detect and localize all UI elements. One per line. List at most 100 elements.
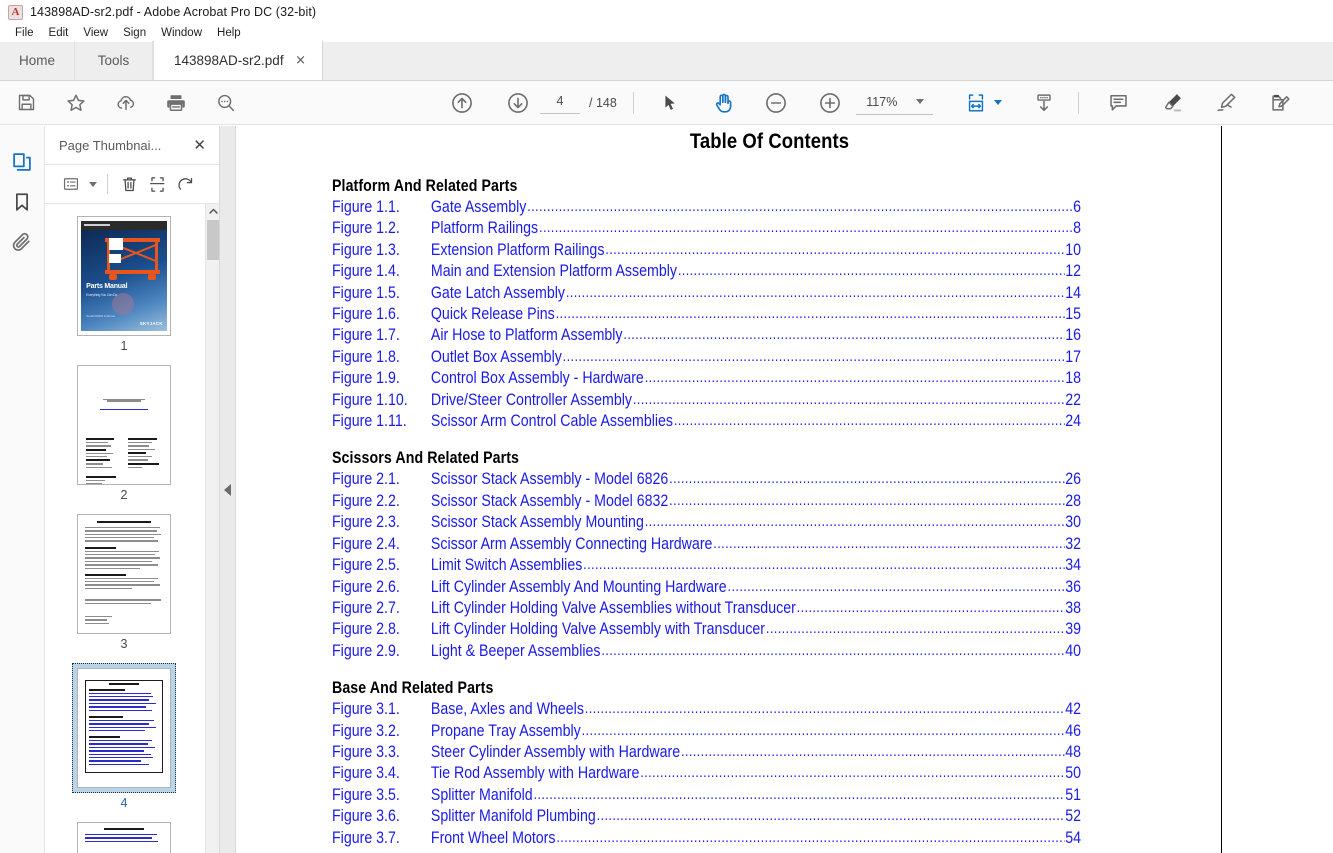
fit-page-button[interactable] [961, 87, 991, 119]
toc-leader-dots: ........................................… [765, 620, 1065, 638]
fill-and-sign-button[interactable] [1263, 87, 1299, 119]
thumbnail-scrollbar[interactable] [205, 204, 219, 853]
thumbnail-page-2[interactable]: 2 [74, 365, 174, 502]
toc-entry[interactable]: Figure 1.11. Scissor Arm Control Cable As… [332, 411, 1203, 432]
add-to-favorites-button[interactable] [58, 87, 94, 119]
menu-edit[interactable]: Edit [42, 24, 77, 42]
page-number-input[interactable] [540, 91, 580, 114]
toc-entry[interactable]: Figure 1.4. Main and Extension Platform A… [332, 261, 1203, 282]
toc-entry[interactable]: Figure 2.4. Scissor Arm Assembly Connecti… [332, 534, 1203, 555]
panel-splitter[interactable] [220, 126, 236, 853]
toc-entry[interactable]: Figure 1.9. Control Box Assembly - Hardwa… [332, 368, 1203, 389]
scroll-mode-button[interactable] [1026, 87, 1062, 119]
toc-entry-page: 54 [1065, 828, 1082, 847]
scrollbar-thumb[interactable] [207, 220, 219, 260]
toc-entry[interactable]: Figure 2.5. Limit Switch Assemblies......… [332, 555, 1203, 576]
extract-pages-button[interactable] [144, 171, 170, 197]
toc-entry[interactable]: Figure 2.6. Lift Cylinder Assembly And Mo… [332, 577, 1203, 598]
toc-entry[interactable]: Figure 2.9. Light & Beeper Assemblies....… [332, 641, 1203, 662]
star-icon [67, 93, 85, 111]
toc-entry[interactable]: Figure 3.5. Splitter Manifold............… [332, 785, 1203, 806]
toc-entry[interactable]: Figure 2.2. Scissor Stack Assembly - Mode… [332, 491, 1203, 512]
save-icon [18, 94, 34, 111]
fit-page-dropdown-icon[interactable] [993, 100, 1002, 105]
toc-entry[interactable]: Figure 1.10. Drive/Steer Controller Assem… [332, 390, 1203, 411]
sign-button[interactable] [1209, 87, 1245, 119]
toc-entry-name: Base, Axles and Wheels [430, 700, 584, 719]
sidebar-item-page-thumbnails[interactable] [3, 142, 41, 182]
toc-entry[interactable]: Figure 2.7. Lift Cylinder Holding Valve A… [332, 598, 1203, 619]
thumbnail-number: 3 [120, 637, 128, 651]
thumbnail-page-3[interactable]: 3 [74, 514, 174, 651]
toc-entry[interactable]: Figure 3.3. Steer Cylinder Assembly with … [332, 742, 1203, 763]
toc-entry-page: 30 [1065, 513, 1082, 532]
select-tool-button[interactable] [652, 87, 688, 119]
options-button[interactable] [58, 171, 84, 197]
toc-entry[interactable]: Figure 1.2. Platform Railings............… [332, 218, 1203, 239]
toc-leader-dots: ........................................… [673, 412, 1065, 430]
menu-window[interactable]: Window [154, 24, 210, 42]
toc-entry-page: 22 [1065, 390, 1082, 409]
toc-entry-name: Scissor Arm Control Cable Assemblies [430, 412, 674, 431]
previous-page-button[interactable] [444, 87, 480, 119]
toc-entry-name: Scissor Stack Assembly - Model 6832 [430, 491, 669, 510]
thumbnail-page-5[interactable]: 5 [74, 822, 174, 853]
toc-entry-figure: Figure 2.6. [332, 577, 400, 596]
thumbnail-page-4[interactable]: 4 [72, 663, 176, 810]
close-icon[interactable]: ✕ [190, 136, 209, 155]
chevron-down-icon[interactable] [89, 181, 97, 187]
print-button[interactable] [158, 87, 194, 119]
comment-button[interactable] [1101, 87, 1137, 119]
cover-subtitle: Everything You Can Do [86, 292, 118, 297]
rotate-pages-button[interactable] [172, 171, 198, 197]
menu-sign[interactable]: Sign [116, 24, 154, 42]
zoom-in-button[interactable] [812, 87, 848, 119]
next-page-button[interactable] [500, 87, 536, 119]
thumbnail-scroll-area[interactable]: Parts Manual Everything You Can Do Seria… [45, 204, 219, 853]
upload-to-cloud-button[interactable] [108, 87, 144, 119]
toc-entry[interactable]: Figure 1.8. Outlet Box Assembly..........… [332, 347, 1203, 368]
scroll-up-button[interactable] [206, 204, 219, 218]
hand-tool-button[interactable] [706, 87, 742, 119]
toc-entry-figure: Figure 2.7. [332, 598, 400, 617]
close-icon[interactable]: × [294, 54, 308, 67]
toc-entry[interactable]: Figure 2.1. Scissor Stack Assembly - Mode… [332, 469, 1203, 490]
menu-file[interactable]: File [8, 24, 42, 42]
delete-pages-button[interactable] [116, 171, 142, 197]
toc-entry[interactable]: Figure 3.6. Splitter Manifold Plumbing...… [332, 806, 1203, 827]
sidebar-item-attachments[interactable] [3, 222, 41, 262]
highlight-button[interactable] [1155, 87, 1191, 119]
toc-entry[interactable]: Figure 1.6. Quick Release Pins...........… [332, 304, 1203, 325]
sidebar-item-bookmarks[interactable] [3, 182, 41, 222]
toc-entry[interactable]: Figure 3.7. Front Wheel Motors...........… [332, 828, 1203, 849]
toc-entry[interactable]: Figure 1.3. Extension Platform Railings..… [332, 240, 1203, 261]
toc-entry[interactable]: Figure 1.7. Air Hose to Platform Assembly… [332, 325, 1203, 346]
toc-entry-name: Splitter Manifold [430, 785, 533, 804]
zoom-level-control[interactable]: 117% [855, 91, 933, 115]
toc-entry[interactable]: Figure 1.5. Gate Latch Assembly..........… [332, 283, 1203, 304]
zoom-out-button[interactable] [758, 87, 794, 119]
toc-entry[interactable]: Figure 3.4. Tie Rod Assembly with Hardwar… [332, 763, 1203, 784]
menu-view[interactable]: View [76, 24, 116, 42]
search-button[interactable] [208, 87, 244, 119]
document-view[interactable]: Table Of Contents Platform And Related P… [236, 126, 1333, 853]
toc-entry[interactable]: Figure 1.1. Gate Assembly................… [332, 197, 1203, 218]
toc-entry[interactable]: Figure 3.2. Propane Tray Assembly........… [332, 721, 1203, 742]
toc-entry[interactable]: Figure 2.3. Scissor Stack Assembly Mounti… [332, 512, 1203, 533]
tab-home[interactable]: Home [0, 41, 75, 80]
toc-entry[interactable]: Figure 3.1. Base, Axles and Wheels.......… [332, 699, 1203, 720]
thumbnail-page-1[interactable]: Parts Manual Everything You Can Do Seria… [74, 216, 174, 353]
toc-leader-dots: ........................................… [623, 326, 1065, 344]
triangle-left-icon[interactable] [224, 483, 231, 496]
chevron-down-icon[interactable] [915, 99, 924, 104]
thumbnail-image: Parts Manual Everything You Can Do Seria… [77, 216, 171, 336]
toc-entry-name: Lift Cylinder Holding Valve Assemblies w… [430, 598, 796, 617]
save-button[interactable] [8, 87, 44, 119]
toc-entry-name: Drive/Steer Controller Assembly [430, 390, 632, 409]
toc-entry[interactable]: Figure 2.8. Lift Cylinder Holding Valve A… [332, 619, 1203, 640]
thumbnail-image [77, 822, 171, 853]
menu-help[interactable]: Help [210, 24, 249, 42]
tab-tools[interactable]: Tools [75, 41, 153, 80]
tab-document[interactable]: 143898AD-sr2.pdf × [153, 41, 323, 80]
table-of-contents: Platform And Related Parts Figure 1.1. Gat… [318, 177, 1221, 849]
